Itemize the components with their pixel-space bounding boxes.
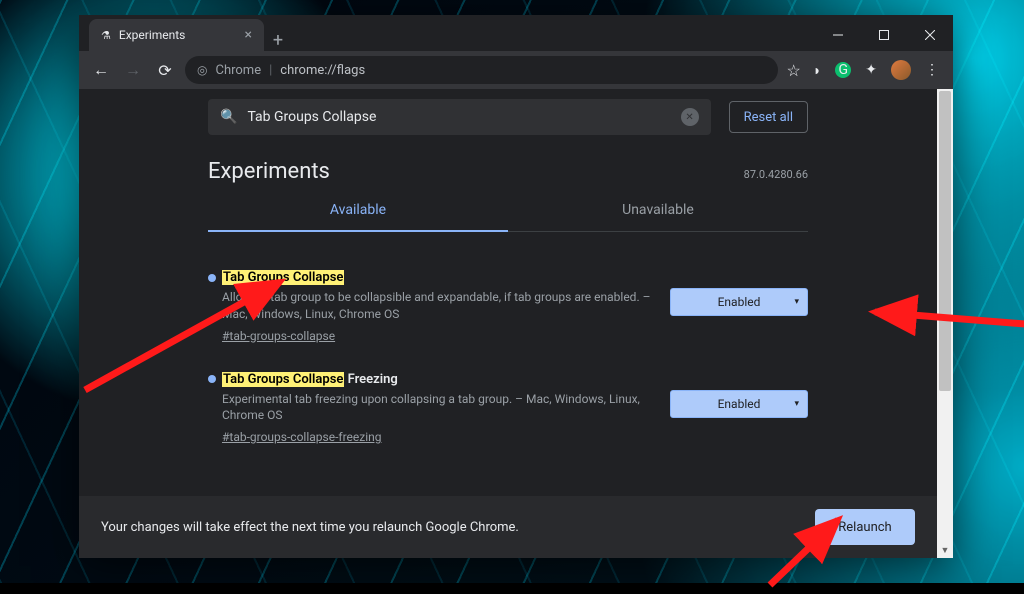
flag-description: Allows a tab group to be collapsible and… [222,289,652,323]
flag-name-highlight: Tab Groups Collapse [222,270,344,285]
tab-available[interactable]: Available [208,190,508,232]
dropdown-value: Enabled [718,295,761,309]
dropdown-value: Enabled [718,397,761,411]
close-icon[interactable]: × [245,27,252,43]
window-close[interactable] [907,19,953,51]
search-value: Tab Groups Collapse [247,109,670,125]
window-minimize[interactable] [815,19,861,51]
vertical-scrollbar[interactable]: ▲ ▼ [937,89,953,558]
tab-unavailable[interactable]: Unavailable [508,190,808,231]
relaunch-message: Your changes will take effect the next t… [101,520,519,535]
browser-toolbar: ← → ⟳ ◎ Chrome | chrome://flags ☆ ◗ G ✦ … [79,51,953,89]
flag-anchor-link[interactable]: #tab-groups-collapse-freezing [222,430,381,444]
address-bar[interactable]: ◎ Chrome | chrome://flags [185,56,778,84]
url-scheme: Chrome [215,63,261,78]
page-content: 🔍 Tab Groups Collapse ✕ Reset all Experi… [79,89,937,558]
chevron-down-icon: ▾ [794,399,799,409]
extension-grammarly-icon[interactable]: G [835,62,851,78]
flag-state-dropdown[interactable]: Enabled ▾ [670,288,808,316]
forward-button[interactable]: → [121,60,145,80]
flag-name-highlight: Tab Groups Collapse [222,372,344,387]
flag-anchor-link[interactable]: #tab-groups-collapse [222,329,335,343]
flag-description: Experimental tab freezing upon collapsin… [222,391,652,425]
tab-strip: ⚗ Experiments × + [79,15,953,51]
chevron-down-icon: ▾ [794,297,799,307]
clear-search-icon[interactable]: ✕ [681,108,699,126]
profile-avatar[interactable] [891,60,911,80]
chrome-version: 87.0.4280.66 [744,168,808,181]
new-tab-button[interactable]: + [264,30,292,51]
url-path: chrome://flags [280,63,365,78]
back-button[interactable]: ← [89,60,113,80]
relaunch-bar: Your changes will take effect the next t… [79,496,937,558]
bullet-icon [208,274,216,282]
scroll-thumb[interactable] [939,91,951,391]
overflow-menu-icon[interactable]: ⋮ [925,62,939,78]
flask-icon: ⚗ [101,29,111,42]
site-info-icon[interactable]: ◎ [197,63,207,77]
flag-row: Tab Groups Collapse Allows a tab group t… [208,256,808,358]
extension-pocket-icon[interactable]: ◗ [813,62,821,79]
scroll-down-icon[interactable]: ▼ [937,542,953,558]
search-icon: 🔍 [220,109,237,125]
extensions-puzzle-icon[interactable]: ✦ [865,62,877,78]
bullet-icon [208,375,216,383]
relaunch-button[interactable]: Relaunch [815,509,915,545]
window-maximize[interactable] [861,19,907,51]
page-title: Experiments [208,159,330,184]
filter-tabs: Available Unavailable [208,190,808,232]
search-input[interactable]: 🔍 Tab Groups Collapse ✕ [208,99,711,135]
flag-row: Tab Groups Collapse Freezing Experimenta… [208,358,808,460]
reload-button[interactable]: ⟳ [153,61,177,80]
tab-title: Experiments [119,28,237,42]
flag-state-dropdown[interactable]: Enabled ▾ [670,390,808,418]
reset-all-button[interactable]: Reset all [729,101,808,133]
bookmark-star-icon[interactable]: ☆ [786,61,800,80]
flag-name-suffix: Freezing [344,372,397,387]
browser-tab[interactable]: ⚗ Experiments × [89,19,264,51]
browser-window: ⚗ Experiments × + ← → ⟳ ◎ Chrome | chrom… [79,15,953,558]
